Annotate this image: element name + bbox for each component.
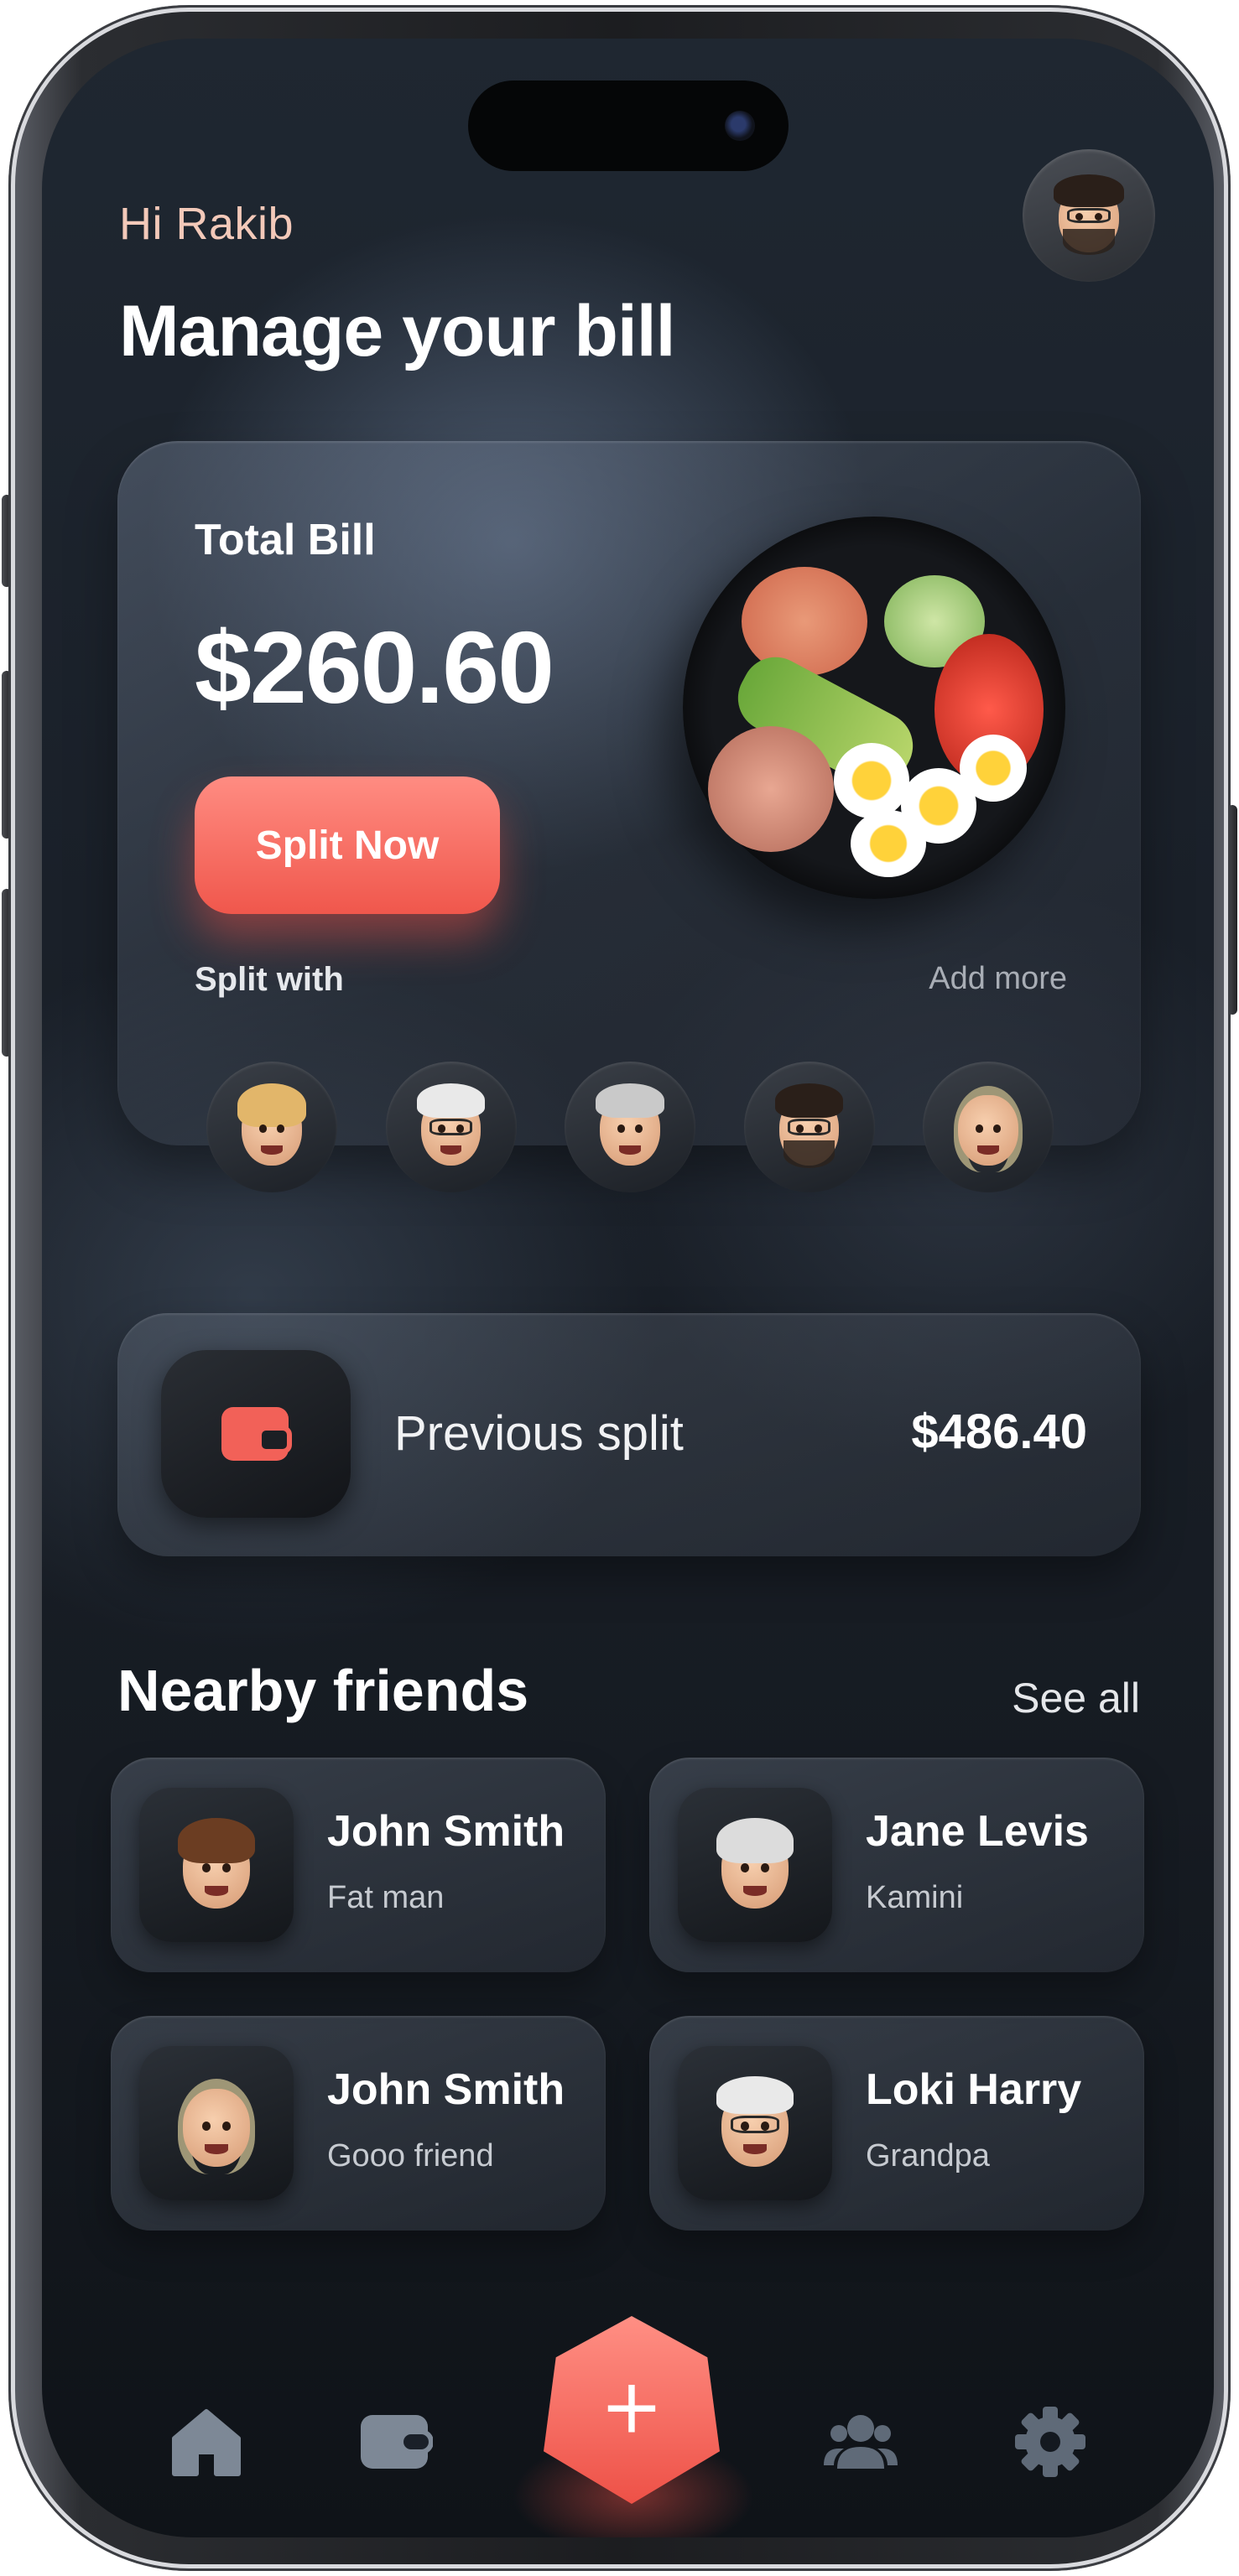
friend-avatar [139, 1788, 294, 1942]
split-friend-avatar[interactable] [565, 1062, 695, 1192]
wallet-icon-container [161, 1350, 351, 1518]
greeting: Hi Rakib [119, 199, 294, 249]
wallet-icon [221, 1407, 292, 1461]
avatar-face-icon [576, 1070, 684, 1184]
friend-card[interactable]: John Smith Fat man [111, 1758, 606, 1972]
avatar-face-icon [1034, 161, 1143, 270]
dynamic-island [468, 80, 789, 171]
home-icon[interactable] [168, 2403, 245, 2480]
wallet-icon[interactable] [356, 2403, 433, 2480]
avatar-face-icon [398, 1070, 505, 1184]
friend-subtitle: Fat man [327, 1880, 445, 1915]
avatar-face-icon [156, 1803, 277, 1929]
split-friend-avatar[interactable] [385, 1062, 517, 1192]
users-icon[interactable] [822, 2403, 899, 2480]
friend-name: Loki Harry [866, 2065, 1082, 2114]
camera-icon [725, 111, 755, 141]
total-bill-card: Total Bill $260.60 Split Now Split with … [117, 441, 1141, 1192]
previous-split-amount: $486.40 [911, 1405, 1087, 1459]
friend-subtitle: Grandpa [866, 2138, 990, 2174]
friend-card[interactable]: Jane Levis Kamini [649, 1758, 1144, 1972]
avatar-face-icon [756, 1070, 863, 1184]
split-friends-list [206, 1062, 1054, 1192]
avatar-face-icon [218, 1070, 325, 1184]
friend-name: John Smith [327, 1807, 565, 1856]
friend-name: Jane Levis [866, 1807, 1089, 1856]
avatar-face-icon [695, 1803, 815, 1929]
friend-avatar [678, 2046, 832, 2200]
friend-avatar [139, 2046, 294, 2200]
split-friend-avatar[interactable] [206, 1062, 337, 1192]
split-with-label: Split with [195, 961, 344, 998]
plus-icon: + [600, 2362, 664, 2451]
friend-name: John Smith [327, 2065, 565, 2114]
previous-split-label: Previous split [394, 1406, 684, 1461]
gear-icon[interactable] [1012, 2403, 1089, 2480]
split-now-button[interactable]: Split Now [195, 776, 500, 914]
add-more-link[interactable]: Add more [929, 961, 1067, 997]
profile-avatar[interactable] [1023, 149, 1155, 282]
total-bill-amount: $260.60 [195, 610, 554, 724]
page-title: Manage your bill [119, 291, 676, 371]
friend-avatar [678, 1788, 832, 1942]
split-friend-avatar[interactable] [923, 1062, 1054, 1192]
phone-frame: Hi Rakib Manage your bill Total Bill $26… [8, 5, 1231, 2571]
friend-subtitle: Gooo friend [327, 2138, 494, 2174]
avatar-face-icon [156, 2061, 277, 2187]
friend-card[interactable]: John Smith Gooo friend [111, 2016, 606, 2231]
friend-subtitle: Kamini [866, 1880, 964, 1915]
total-bill-label: Total Bill [195, 516, 376, 564]
avatar-face-icon [695, 2061, 815, 2187]
food-bowl-image [683, 517, 1065, 899]
see-all-link[interactable]: See all [1012, 1674, 1140, 1722]
avatar-face-icon [934, 1070, 1042, 1184]
split-friend-avatar[interactable] [743, 1062, 875, 1192]
previous-split-card[interactable]: Previous split $486.40 [117, 1313, 1141, 1556]
app-screen: Hi Rakib Manage your bill Total Bill $26… [42, 39, 1214, 2537]
nearby-friends-title: Nearby friends [117, 1658, 529, 1723]
friend-card[interactable]: Loki Harry Grandpa [649, 2016, 1144, 2231]
